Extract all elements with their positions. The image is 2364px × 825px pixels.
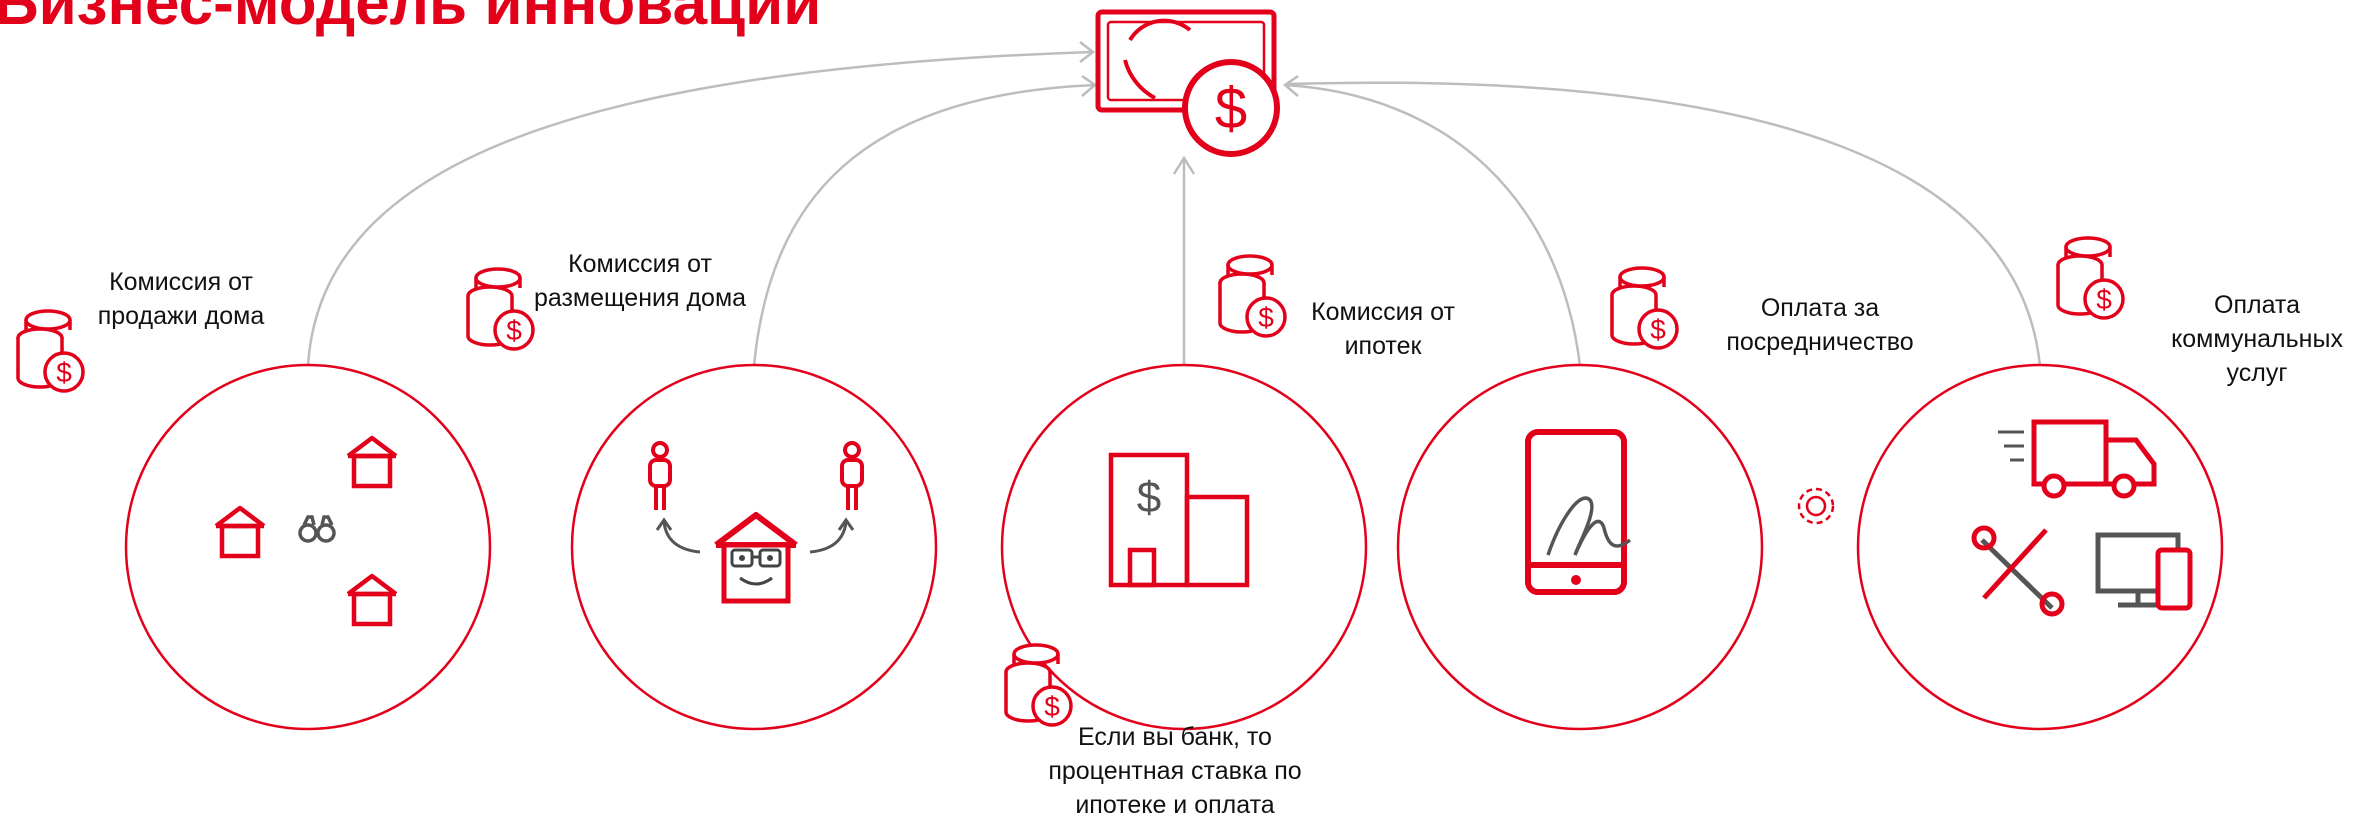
stream-circles	[124, 363, 2224, 731]
stream-label-1: Комиссия от продажи дома	[97, 268, 265, 330]
bank-note-label: Если вы банк, то процентная ставка по ип…	[1048, 723, 1302, 819]
coins-dollar-icon	[16, 309, 85, 393]
svg-text:$: $	[1137, 473, 1161, 522]
arc-stream-1	[306, 50, 1093, 367]
stream-label-3: Комиссия от ипотек	[1311, 298, 1455, 360]
coins-dollar-icon	[1610, 266, 1679, 350]
circle-stream-3	[1000, 363, 1368, 731]
coins-dollar-icon	[2056, 236, 2125, 320]
revenue-diagram: $ $ $	[16, 9, 2224, 731]
phone-signature-icon	[1525, 429, 1632, 595]
coins-dollar-icon	[1218, 254, 1287, 338]
arc-stream-2	[752, 83, 1096, 367]
gear-icon	[1797, 487, 1835, 525]
stream-label-4: Оплата за посредничество	[1726, 294, 1914, 356]
stream-label-2: Комиссия от размещения дома	[533, 250, 747, 312]
svg-text:$: $	[1215, 76, 1247, 141]
stream-label-5: Оплата коммунальных услуг	[2171, 291, 2343, 387]
money-dollar-icon: $	[1095, 9, 1280, 157]
circle-stream-1	[124, 363, 492, 731]
